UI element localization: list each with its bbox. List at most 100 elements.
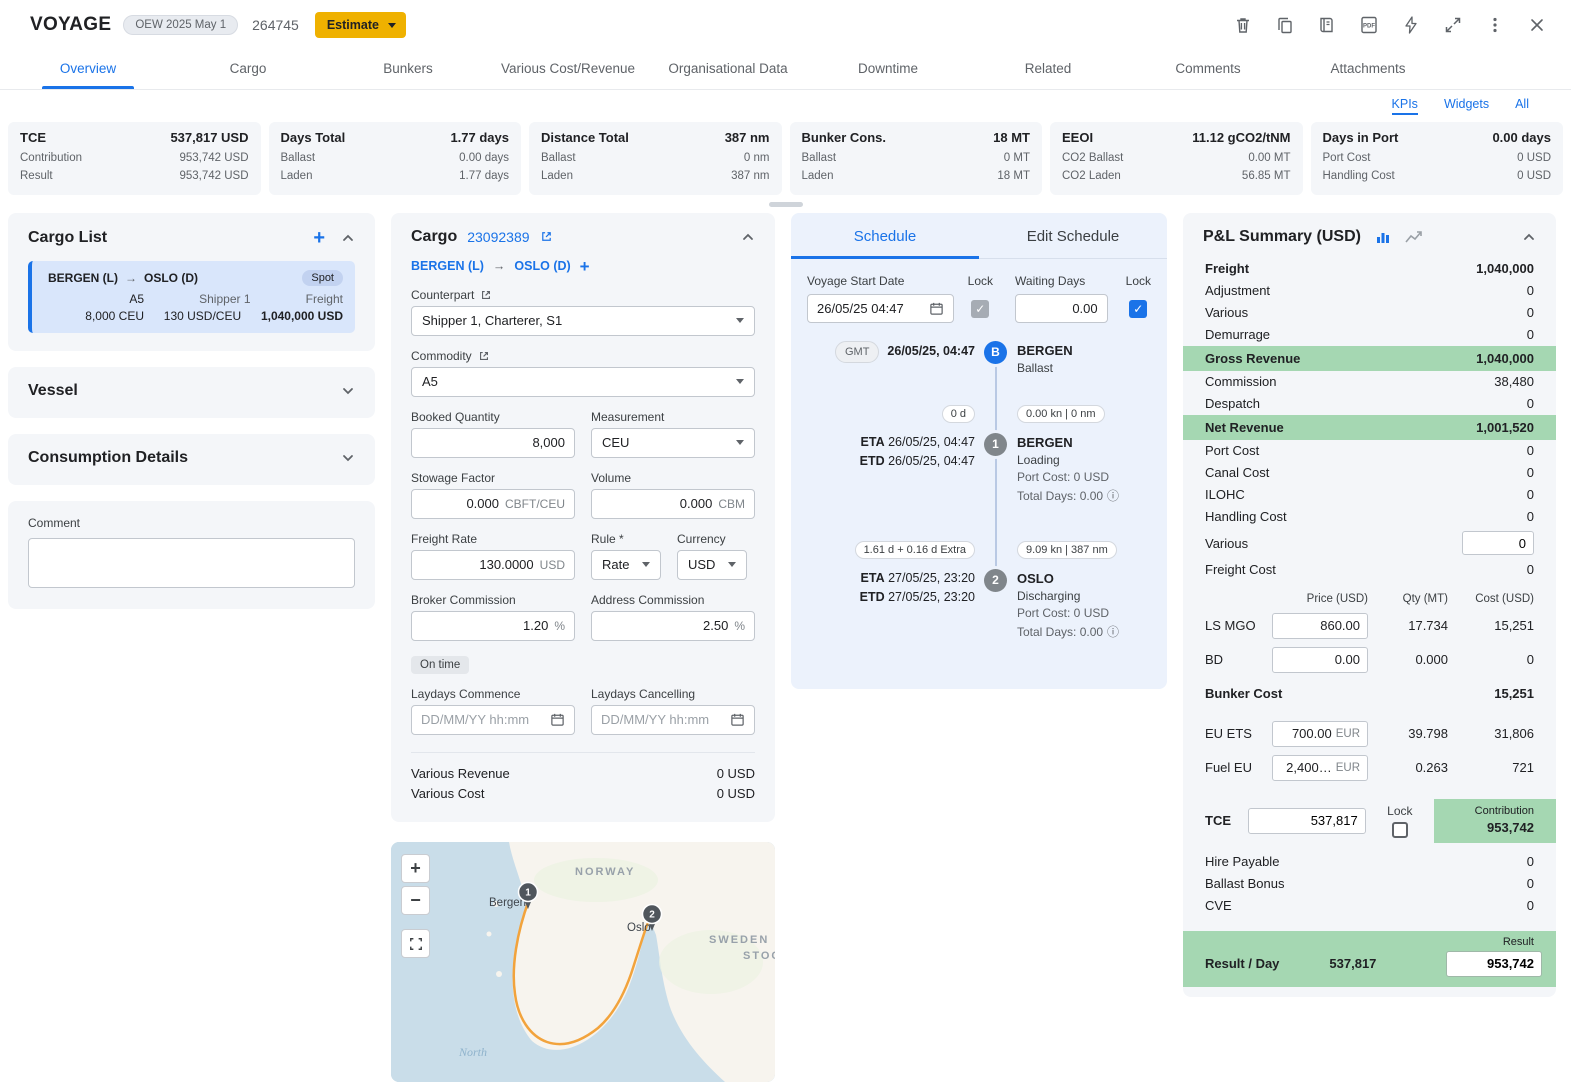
pdf-export-icon[interactable]: PDF [1359, 15, 1379, 35]
kebab-menu-icon[interactable] [1485, 15, 1505, 35]
rule-select[interactable]: Rate [591, 550, 661, 580]
tce-lock-checkbox[interactable] [1392, 822, 1408, 838]
kpi-sub-label: Ballast [802, 149, 837, 167]
estimate-dropdown-button[interactable]: Estimate [315, 12, 406, 38]
pnl-row-label: CVE [1205, 898, 1232, 913]
zoom-in-button[interactable]: + [401, 854, 430, 883]
broker-commission-input[interactable] [421, 618, 548, 633]
tab-attachments[interactable]: Attachments [1288, 50, 1448, 89]
tab-various-cost-revenue[interactable]: Various Cost/Revenue [488, 50, 648, 89]
contribution-label: Contribution [1446, 805, 1534, 817]
info-icon[interactable]: ⓘ [1107, 489, 1119, 503]
tab-comments[interactable]: Comments [1128, 50, 1288, 89]
fuel-eu-row: Fuel EU EUR 0.263 721 [1183, 751, 1556, 785]
stop-port: OSLO [1017, 569, 1151, 586]
close-icon[interactable] [1527, 15, 1547, 35]
commodity-select[interactable]: A5 [411, 367, 755, 397]
kpi-link-widgets[interactable]: Widgets [1444, 97, 1489, 115]
cargo-list-item[interactable]: BERGEN (L) → OSLO (D) Spot A5 Shipper 1 … [28, 261, 355, 333]
voyage-start-date-input[interactable] [817, 301, 929, 316]
kpi-link-kpis[interactable]: KPIs [1392, 97, 1418, 115]
add-port-button[interactable]: + [580, 258, 590, 275]
ledger-icon[interactable] [1317, 15, 1337, 35]
calendar-icon[interactable] [929, 301, 944, 316]
calendar-icon[interactable] [730, 712, 745, 727]
tab-related[interactable]: Related [968, 50, 1128, 89]
calendar-icon[interactable] [550, 712, 565, 727]
waiting-days-lock-checkbox[interactable]: ✓ [1129, 300, 1147, 318]
counterpart-select[interactable]: Shipper 1, Charterer, S1 [411, 306, 755, 336]
waiting-days-input[interactable] [1025, 301, 1098, 316]
expand-chevron-icon[interactable] [341, 451, 355, 465]
external-link-icon[interactable] [540, 230, 553, 243]
tab-overview[interactable]: Overview [8, 50, 168, 89]
discharge-port-link[interactable]: OSLO (D) [514, 259, 570, 273]
load-port-link[interactable]: BERGEN (L) [411, 259, 484, 273]
info-icon[interactable]: ⓘ [1107, 625, 1119, 639]
address-commission-input[interactable] [601, 618, 728, 633]
volume-input[interactable] [601, 496, 712, 511]
collapse-chevron-icon[interactable] [1522, 230, 1536, 244]
route-map[interactable]: NORWAY SWEDEN STOC Bergen Oslo North 1 2 [391, 842, 775, 1082]
tab-bunkers[interactable]: Bunkers [328, 50, 488, 89]
bar-chart-icon[interactable] [1375, 229, 1391, 245]
collapse-chevron-icon[interactable] [341, 231, 355, 245]
fullscreen-button[interactable] [401, 929, 430, 958]
freight-rate-input[interactable] [421, 557, 534, 572]
tab-schedule[interactable]: Schedule [791, 213, 979, 258]
eu-ets-price-input[interactable] [1280, 726, 1332, 741]
collapse-chevron-icon[interactable] [741, 230, 755, 244]
lsmgo-price-input[interactable] [1280, 618, 1360, 633]
timeline-marker-ballast[interactable]: B [984, 341, 1007, 364]
bd-price-input[interactable] [1280, 652, 1360, 667]
timeline-marker-1[interactable]: 1 [984, 433, 1007, 456]
stowage-factor-input[interactable] [421, 496, 499, 511]
comment-input[interactable] [28, 538, 355, 588]
add-cargo-button[interactable]: + [313, 228, 325, 248]
measurement-select[interactable]: CEU [591, 428, 755, 458]
laydays-cancelling-input[interactable] [601, 712, 730, 727]
external-link-icon[interactable] [480, 289, 492, 301]
tab-cargo[interactable]: Cargo [168, 50, 328, 89]
percent-unit: % [734, 619, 745, 633]
result-footer: Result Result / Day 537,817 [1183, 931, 1556, 987]
expand-chevron-icon[interactable] [341, 384, 355, 398]
bolt-icon[interactable] [1401, 15, 1421, 35]
commodity: A5 [48, 292, 144, 306]
expand-icon[interactable] [1443, 15, 1463, 35]
contribution-value: 953,742 [1446, 820, 1534, 835]
tab-edit-schedule[interactable]: Edit Schedule [979, 213, 1167, 258]
delete-icon[interactable] [1233, 15, 1253, 35]
tce-input[interactable] [1248, 808, 1366, 834]
kpi-view-links: KPIs Widgets All [0, 90, 1571, 120]
bunker-grade-label: BD [1205, 652, 1272, 667]
copy-icon[interactable] [1275, 15, 1295, 35]
panel-resize-handle[interactable] [769, 202, 803, 207]
zoom-out-button[interactable]: − [401, 886, 430, 915]
timeline-marker-2[interactable]: 2 [984, 569, 1007, 592]
tab-downtime[interactable]: Downtime [808, 50, 968, 89]
line-chart-icon[interactable] [1405, 230, 1423, 244]
main-content: Cargo List + BERGEN (L) → OSLO (D) Spot … [0, 213, 1571, 1082]
tab-organisational-data[interactable]: Organisational Data [648, 50, 808, 89]
pnl-row-label: Hire Payable [1205, 854, 1279, 869]
external-link-icon[interactable] [478, 350, 490, 362]
booked-quantity-input[interactable] [421, 435, 565, 450]
toolbar: PDF [1233, 15, 1547, 35]
currency-select[interactable]: USD [677, 550, 747, 580]
leg-days-badge: 1.61 d + 0.16 d Extra [855, 541, 975, 559]
terrain-patch [534, 858, 658, 902]
fuel-eu-price-input[interactable] [1280, 760, 1332, 775]
kpi-value: 18 MT [993, 130, 1030, 145]
island [487, 932, 492, 937]
eu-ets-qty: 39.798 [1368, 726, 1448, 741]
cargo-id-link[interactable]: 23092389 [467, 229, 529, 245]
result-input[interactable] [1446, 951, 1542, 977]
etd-label: ETD [860, 590, 885, 604]
price-column-header: Price (USD) [1272, 593, 1368, 605]
kpi-title: EEOI [1062, 130, 1093, 145]
kpi-link-all[interactable]: All [1515, 97, 1529, 115]
voyage-start-lock-checkbox[interactable]: ✓ [971, 300, 989, 318]
laydays-commence-input[interactable] [421, 712, 550, 727]
various-cost-input[interactable] [1462, 531, 1534, 555]
